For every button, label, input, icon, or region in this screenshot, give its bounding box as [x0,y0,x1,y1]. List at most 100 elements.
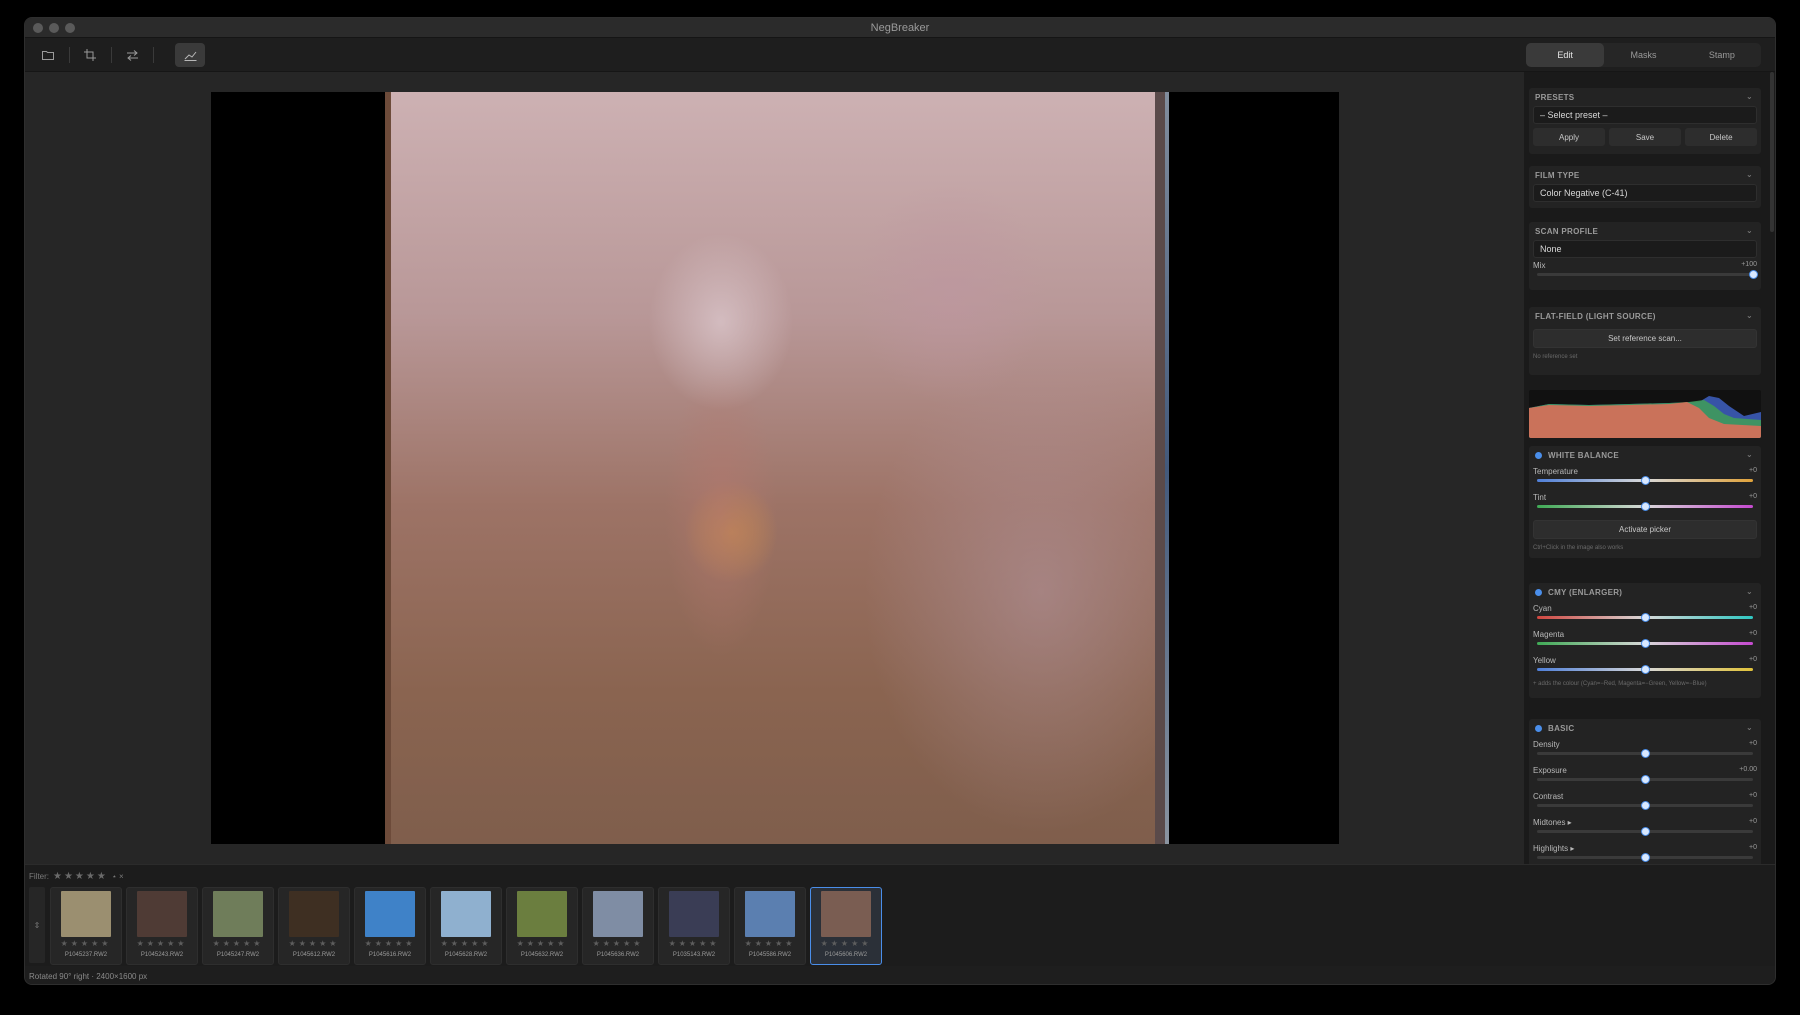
tab-edit[interactable]: Edit [1526,43,1605,67]
mix-slider[interactable]: Mix +100 [1529,258,1761,284]
minimize-window-button[interactable] [49,23,59,33]
crop-button[interactable] [75,43,105,67]
mix-track[interactable] [1537,273,1753,276]
thumbnail-rating[interactable]: ★★★★★ [203,939,273,948]
filmstrip-thumbnail[interactable]: ★★★★★ P1045632.RW2 [506,887,578,965]
zoom-window-button[interactable] [65,23,75,33]
density-slider[interactable]: Density +0 [1529,737,1761,763]
apply-preset-button[interactable]: Apply [1533,128,1605,146]
magenta-slider[interactable]: Magenta +0 [1529,627,1761,653]
midtones-label[interactable]: Midtones ▸ [1533,818,1572,827]
open-folder-button[interactable] [33,43,63,67]
exposure-slider[interactable]: Exposure +0.00 [1529,763,1761,789]
filter-clear[interactable]: ⋆ × [112,872,124,881]
activate-picker-button[interactable]: Activate picker [1533,520,1757,539]
filmstrip-toggle[interactable]: ⇕ [29,887,45,963]
highlights-slider[interactable]: Highlights ▸ +0 [1529,841,1761,864]
thumbnail-rating[interactable]: ★★★★★ [431,939,501,948]
cyan-thumb[interactable] [1641,613,1650,622]
image-canvas[interactable] [25,72,1524,864]
presets-header[interactable]: PRESETS ⌄ [1529,88,1761,106]
cmy-header[interactable]: CMY (ENLARGER) ⌄ [1529,583,1761,601]
enabled-indicator[interactable] [1535,724,1542,732]
filmstrip-thumbnail[interactable]: ★★★★★ P1045606.RW2 [810,887,882,965]
tint-thumb[interactable] [1641,502,1650,511]
collapse-icon: ⌄ [1745,92,1753,101]
cyan-slider[interactable]: Cyan +0 [1529,601,1761,627]
title-bar: NegBreaker [25,18,1775,38]
scan-profile-select[interactable]: None [1533,240,1757,258]
temperature-value: +0 [1749,467,1757,474]
density-thumb[interactable] [1641,749,1650,758]
exposure-thumb[interactable] [1641,775,1650,784]
thumbnail-rating[interactable]: ★★★★★ [127,939,197,948]
presets-title: PRESETS [1535,92,1575,102]
midtones-slider[interactable]: Midtones ▸ +0 [1529,815,1761,841]
preset-select[interactable]: – Select preset – [1533,106,1757,124]
basic-header[interactable]: BASIC ⌄ [1529,719,1761,737]
filmstrip-thumbnail[interactable]: ★★★★★ P1045616.RW2 [354,887,426,965]
thumbnail-rating[interactable]: ★★★★★ [659,939,729,948]
tab-masks[interactable]: Masks [1604,43,1682,67]
presets-section: PRESETS ⌄ – Select preset – Apply Save D… [1529,88,1761,154]
status-bar: Rotated 90° right · 2400×1600 px [25,966,1775,984]
scan-profile-header[interactable]: SCAN PROFILE ⌄ [1529,222,1761,240]
tint-slider[interactable]: Tint +0 [1529,490,1761,516]
thumbnail-rating[interactable]: ★★★★★ [507,939,577,948]
panel-scrollbar[interactable] [1770,72,1774,232]
save-preset-button[interactable]: Save [1609,128,1681,146]
delete-preset-button[interactable]: Delete [1685,128,1757,146]
highlights-value: +0 [1749,844,1757,851]
highlights-thumb[interactable] [1641,853,1650,862]
highlights-label[interactable]: Highlights ▸ [1533,844,1574,853]
thumbnail-rating[interactable]: ★★★★★ [51,939,121,948]
cyan-value: +0 [1749,604,1757,611]
filmstrip-thumbnail[interactable]: ★★★★★ P1045586.RW2 [734,887,806,965]
yellow-slider[interactable]: Yellow +0 [1529,653,1761,679]
filmstrip-thumbnail[interactable]: ★★★★★ P1045612.RW2 [278,887,350,965]
mix-thumb[interactable] [1749,270,1758,279]
yellow-thumb[interactable] [1641,665,1650,674]
temperature-thumb[interactable] [1641,476,1650,485]
filmstrip-thumbnail[interactable]: ★★★★★ P1045247.RW2 [202,887,274,965]
magenta-thumb[interactable] [1641,639,1650,648]
filmstrip-thumbnail[interactable]: ★★★★★ P1045237.RW2 [50,887,122,965]
enabled-indicator[interactable] [1535,588,1542,596]
thumbnail-rating[interactable]: ★★★★★ [355,939,425,948]
enabled-indicator[interactable] [1535,451,1542,459]
toolbar-separator [111,47,112,63]
thumbnail-filename: P1045606.RW2 [824,952,868,958]
negative-image[interactable] [385,92,1169,844]
thumbnail-image [593,891,643,937]
flat-field-header[interactable]: FLAT-FIELD (LIGHT SOURCE) ⌄ [1529,307,1761,325]
thumbnail-rating[interactable]: ★★★★★ [735,939,805,948]
midtones-thumb[interactable] [1641,827,1650,836]
filmstrip-thumbnail[interactable]: ★★★★★ P1045243.RW2 [126,887,198,965]
filmstrip-thumbnail[interactable]: ★★★★★ P1035143.RW2 [658,887,730,965]
collapse-icon: ⌄ [1745,723,1753,732]
temperature-slider[interactable]: Temperature +0 [1529,464,1761,490]
thumbnail-image [137,891,187,937]
contrast-slider[interactable]: Contrast +0 [1529,789,1761,815]
filter-stars[interactable]: ★★★★★ [53,871,108,882]
contrast-thumb[interactable] [1641,801,1650,810]
status-text: Rotated 90° right · 2400×1600 px [29,971,148,981]
mix-label: Mix [1533,261,1546,270]
basic-section: BASIC ⌄ Density +0 Exposure +0.00 Contra… [1529,719,1761,864]
filmstrip-thumbnail[interactable]: ★★★★★ P1045636.RW2 [582,887,654,965]
flip-button[interactable] [117,43,147,67]
white-balance-header[interactable]: WHITE BALANCE ⌄ [1529,446,1761,464]
cyan-label: Cyan [1533,604,1552,613]
tab-stamp[interactable]: Stamp [1683,43,1761,67]
film-type-header[interactable]: FILM TYPE ⌄ [1529,166,1761,184]
yellow-value: +0 [1749,656,1757,663]
collapse-icon: ⌄ [1745,450,1753,459]
thumbnail-rating[interactable]: ★★★★★ [811,939,881,948]
close-window-button[interactable] [33,23,43,33]
film-type-select[interactable]: Color Negative (C-41) [1533,184,1757,202]
set-reference-button[interactable]: Set reference scan... [1533,329,1757,348]
curves-button[interactable] [175,43,205,67]
thumbnail-rating[interactable]: ★★★★★ [583,939,653,948]
filmstrip-thumbnail[interactable]: ★★★★★ P1045628.RW2 [430,887,502,965]
thumbnail-rating[interactable]: ★★★★★ [279,939,349,948]
